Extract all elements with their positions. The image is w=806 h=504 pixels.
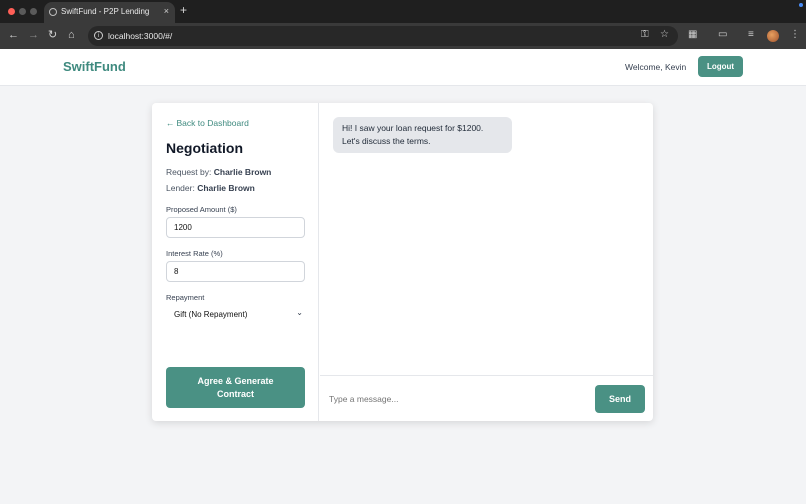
interest-rate-label: Interest Rate (%) xyxy=(166,249,223,258)
request-by-line: Request by: Charlie Brown xyxy=(166,167,271,177)
brand-logo[interactable]: SwiftFund xyxy=(63,59,126,74)
address-url[interactable]: localhost:3000/#/ xyxy=(108,31,172,41)
close-window-button[interactable] xyxy=(8,8,15,15)
repayment-label: Repayment xyxy=(166,293,205,302)
menu-icon[interactable]: ⋮ xyxy=(790,29,800,40)
amount-input[interactable]: 1200 xyxy=(166,217,305,238)
chevron-down-icon: ⌄ xyxy=(296,308,303,317)
back-to-dashboard-link[interactable]: ← Back to Dashboard xyxy=(166,118,249,128)
page-title: Negotiation xyxy=(166,140,243,156)
welcome-text: Welcome, Kevin xyxy=(625,62,687,72)
home-icon[interactable]: ⌂ xyxy=(68,29,75,41)
back-link-label: Back to Dashboard xyxy=(176,118,249,128)
message-input[interactable] xyxy=(329,388,589,410)
interest-rate-input[interactable]: 8 xyxy=(166,261,305,282)
send-button[interactable]: Send xyxy=(595,385,645,413)
bookmark-star-icon[interactable]: ☆ xyxy=(660,29,669,40)
repayment-selected-value: Gift (No Repayment) xyxy=(174,310,248,319)
browser-toolbar: ← → ↻ ⌂ i localhost:3000/#/ ⚿ ☆ ▦ ▭ ≡ ⋮ xyxy=(0,23,806,49)
app-header: SwiftFund Welcome, Kevin Logout xyxy=(0,49,806,86)
message-composer: Send xyxy=(320,375,653,421)
tab-title: SwiftFund - P2P Lending xyxy=(61,7,150,16)
globe-icon xyxy=(49,8,57,16)
extensions-icon[interactable]: ▦ xyxy=(688,29,697,40)
new-tab-button[interactable]: + xyxy=(180,4,187,16)
arrow-left-icon: ← xyxy=(166,118,175,128)
tab-close-icon[interactable]: × xyxy=(164,6,169,16)
lender-label: Lender: xyxy=(166,183,195,193)
agree-generate-contract-button[interactable]: Agree & Generate Contract xyxy=(166,367,305,408)
lender-line: Lender: Charlie Brown xyxy=(166,183,255,193)
maximize-window-button[interactable] xyxy=(30,8,37,15)
amount-label: Proposed Amount ($) xyxy=(166,205,237,214)
negotiation-card: ← Back to Dashboard Negotiation Request b… xyxy=(152,103,653,421)
notification-dot xyxy=(799,3,803,7)
password-key-icon[interactable]: ⚿ xyxy=(641,29,649,40)
browser-tab-strip: SwiftFund - P2P Lending × + xyxy=(0,0,806,23)
cast-icon[interactable]: ▭ xyxy=(718,29,727,40)
address-bar[interactable]: i localhost:3000/#/ ⚿ ☆ xyxy=(88,26,678,46)
chat-message: Hi! I saw your loan request for $1200. L… xyxy=(333,117,512,153)
browser-tab[interactable]: SwiftFund - P2P Lending × xyxy=(44,2,175,23)
profile-avatar[interactable] xyxy=(767,30,779,42)
reload-icon[interactable]: ↻ xyxy=(48,29,57,41)
lender-name: Charlie Brown xyxy=(197,183,255,193)
minimize-window-button[interactable] xyxy=(19,8,26,15)
request-by-label: Request by: xyxy=(166,167,212,177)
site-info-icon[interactable]: i xyxy=(94,31,103,40)
logout-button[interactable]: Logout xyxy=(698,56,743,77)
request-by-name: Charlie Brown xyxy=(213,167,272,177)
chat-panel: Hi! I saw your loan request for $1200. L… xyxy=(320,103,653,421)
forward-icon[interactable]: → xyxy=(28,29,39,41)
negotiation-sidebar: ← Back to Dashboard Negotiation Request b… xyxy=(152,103,319,421)
repayment-select[interactable]: Gift (No Repayment) ⌄ xyxy=(166,306,305,324)
reading-list-icon[interactable]: ≡ xyxy=(748,29,754,40)
back-icon[interactable]: ← xyxy=(8,29,19,41)
